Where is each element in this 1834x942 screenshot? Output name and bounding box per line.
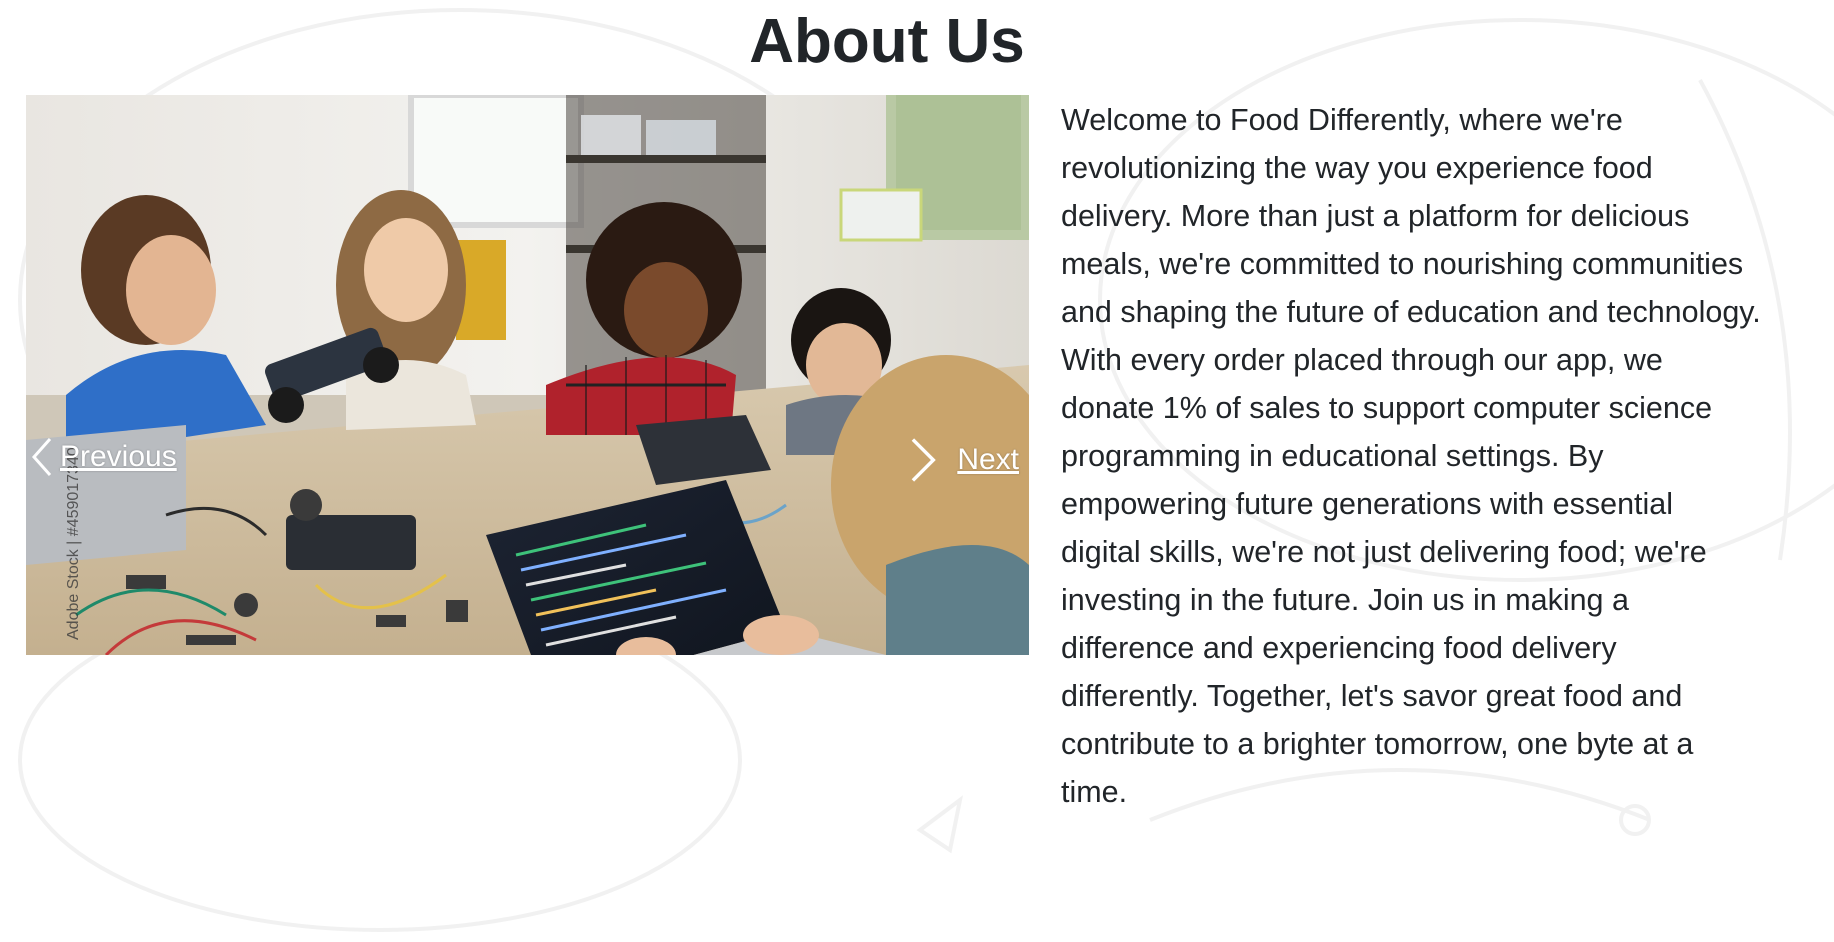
chevron-left-icon xyxy=(31,438,52,476)
chevron-right-icon xyxy=(912,438,937,482)
page-title: About Us xyxy=(749,7,1025,76)
carousel-next-button[interactable]: Next xyxy=(907,435,1019,485)
carousel-image: Adobe Stock | #459017340 xyxy=(26,95,1029,655)
image-carousel[interactable]: Adobe Stock | #459017340 Previous Next xyxy=(26,95,1029,655)
about-description: Welcome to Food Differently, where we're… xyxy=(1061,103,1761,809)
next-label: Next xyxy=(957,443,1019,476)
about-page: About Us Adobe Stock | #459017340 Previo… xyxy=(0,0,1834,942)
carousel-previous-button[interactable]: Previous xyxy=(30,435,177,479)
previous-label: Previous xyxy=(60,440,177,473)
